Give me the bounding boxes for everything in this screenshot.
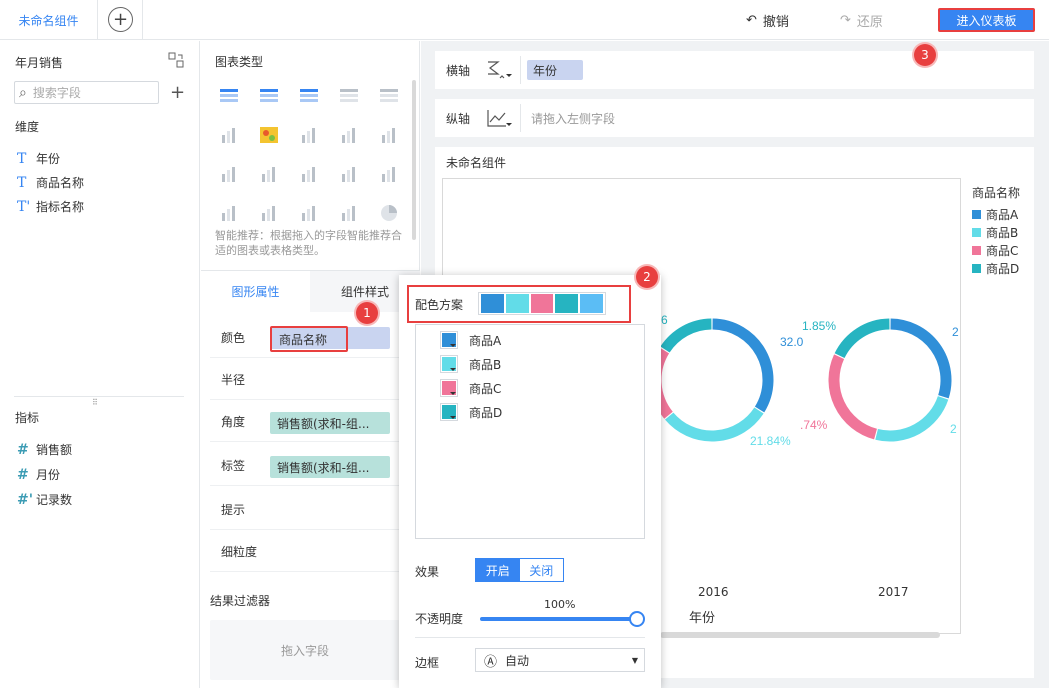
- legend-title: 商品名称: [972, 186, 1021, 200]
- opacity-value: 100%: [544, 598, 576, 611]
- data-label: 32.0: [780, 335, 804, 349]
- legend-swatch: [972, 246, 981, 255]
- legend-item[interactable]: 商品D: [972, 260, 1019, 277]
- border-select-value: 自动: [505, 653, 530, 668]
- color-item-label: 商品D: [469, 405, 503, 420]
- effect-toggle: 开启 关闭: [475, 558, 564, 582]
- category-label: 2016: [698, 585, 729, 599]
- opacity-slider-track[interactable]: [480, 617, 637, 621]
- divider: [415, 637, 645, 638]
- auto-icon: Ⓐ: [484, 654, 498, 670]
- effect-on-button[interactable]: 开启: [476, 559, 520, 581]
- color-item[interactable]: 商品B: [440, 355, 501, 373]
- scheme-color-swatch: [530, 294, 554, 313]
- color-item[interactable]: 商品A: [440, 331, 501, 349]
- chevron-down-icon: ▼: [631, 655, 638, 665]
- legend-swatch: [972, 228, 981, 237]
- effect-off-button[interactable]: 关闭: [520, 559, 564, 581]
- legend-item[interactable]: 商品B: [972, 224, 1018, 241]
- opacity-slider-handle[interactable]: [629, 611, 645, 627]
- donut-slice[interactable]: [890, 318, 952, 399]
- color-picker[interactable]: [440, 403, 458, 421]
- donut-slice[interactable]: [875, 395, 949, 442]
- donut-slice[interactable]: [828, 354, 878, 440]
- step-badge: 1: [356, 302, 378, 324]
- step-badge: 3: [914, 44, 936, 66]
- scheme-color-swatch: [505, 294, 529, 313]
- color-item[interactable]: 商品D: [440, 403, 502, 421]
- donut-slice[interactable]: [665, 407, 764, 442]
- legend-label: 商品C: [986, 244, 1019, 258]
- effect-label: 效果: [415, 565, 440, 579]
- color-item-label: 商品A: [469, 333, 502, 348]
- color-picker[interactable]: [440, 355, 458, 373]
- color-item-label: 商品C: [469, 381, 502, 396]
- color-scheme-selector[interactable]: [478, 292, 606, 315]
- category-label: 2017: [878, 585, 909, 599]
- horizontal-scrollbar[interactable]: [660, 632, 940, 638]
- data-label: 2: [952, 325, 959, 339]
- legend-item[interactable]: 商品A: [972, 206, 1018, 223]
- data-label: 1.85%: [802, 319, 836, 333]
- color-item-label: 商品B: [469, 357, 502, 372]
- color-picker[interactable]: [440, 331, 458, 349]
- border-select[interactable]: Ⓐ 自动 ▼: [475, 648, 645, 672]
- color-scheme-label: 配色方案: [415, 297, 464, 312]
- border-label: 边框: [415, 656, 440, 670]
- legend-label: 商品D: [986, 262, 1020, 276]
- data-label: 6: [661, 313, 668, 327]
- data-label: 2: [950, 422, 957, 436]
- x-axis-name: 年份: [689, 611, 716, 626]
- legend-item[interactable]: 商品C: [972, 242, 1018, 259]
- donut-slice[interactable]: [660, 318, 712, 353]
- legend-label: 商品A: [986, 208, 1019, 222]
- legend-swatch: [972, 264, 981, 273]
- scheme-color-swatch: [481, 294, 504, 313]
- color-picker[interactable]: [440, 379, 458, 397]
- data-label: .74%: [800, 418, 828, 432]
- legend-label: 商品B: [986, 226, 1019, 240]
- donut-slice[interactable]: [712, 318, 774, 413]
- legend-swatch: [972, 210, 981, 219]
- opacity-label: 不透明度: [415, 612, 464, 626]
- scheme-color-swatch: [580, 294, 603, 313]
- color-item[interactable]: 商品C: [440, 379, 501, 397]
- scheme-color-swatch: [555, 294, 579, 313]
- data-label: 21.84%: [750, 434, 791, 448]
- step-badge: 2: [636, 266, 658, 288]
- donut-slice[interactable]: [834, 318, 890, 359]
